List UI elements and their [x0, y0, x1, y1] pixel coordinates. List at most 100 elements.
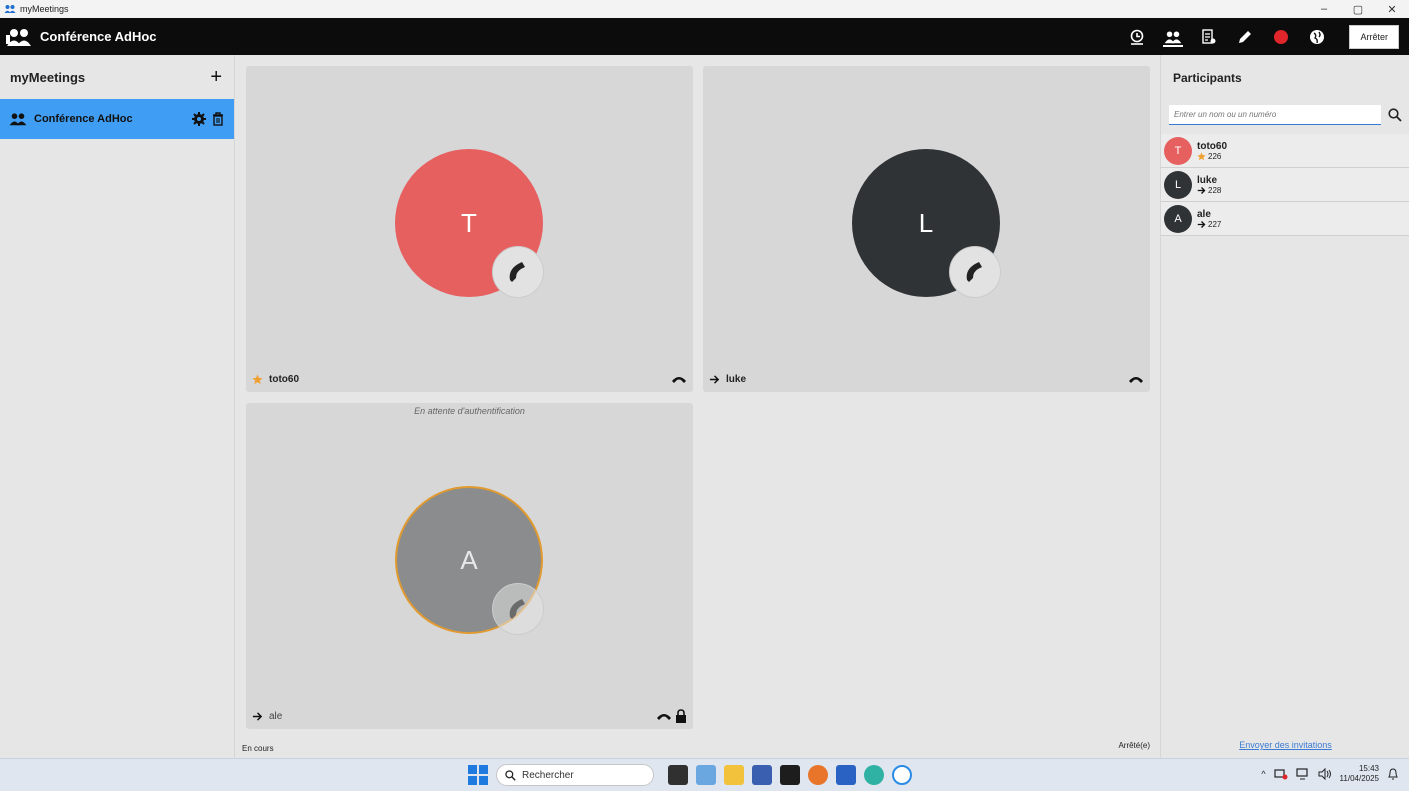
conference-icon — [9, 113, 27, 126]
web-button[interactable] — [1299, 18, 1335, 55]
arrow-right-icon — [709, 374, 720, 384]
start-button[interactable] — [468, 765, 488, 785]
hangup-button[interactable] — [656, 711, 672, 721]
stop-button[interactable]: Arrêter — [1349, 24, 1399, 49]
document-settings-icon — [1202, 28, 1216, 44]
participant-extension: 227 — [1208, 219, 1222, 229]
conference-status: En cours — [242, 744, 274, 753]
participant-list-item[interactable]: A ale 227 — [1161, 202, 1409, 236]
search-icon — [1388, 108, 1402, 122]
call-status-badge — [492, 583, 544, 635]
mymeetings-taskbar-icon[interactable] — [892, 765, 912, 785]
meeting-settings-button[interactable] — [191, 111, 207, 127]
terminal-icon[interactable] — [780, 765, 800, 785]
lock-icon — [676, 709, 686, 723]
send-invitations-link[interactable]: Envoyer des invitations — [1161, 740, 1409, 750]
edit-button[interactable] — [1227, 18, 1263, 55]
taskbar-search-label: Rechercher — [522, 769, 574, 781]
maximize-button[interactable]: ▢ — [1341, 0, 1375, 18]
os-taskbar: Rechercher ^ 15:43 11/04/2025 — [0, 758, 1409, 791]
search-icon — [505, 769, 516, 781]
participant-name: toto60 — [269, 373, 299, 385]
participants-title: Participants — [1173, 71, 1242, 85]
taskbar-clock[interactable]: 15:43 11/04/2025 — [1340, 764, 1379, 784]
settings-doc-button[interactable] — [1191, 18, 1227, 55]
file-explorer-icon[interactable] — [724, 765, 744, 785]
phone-icon — [509, 262, 525, 282]
wireshark-icon[interactable] — [836, 765, 856, 785]
participant-tile[interactable]: T toto60 — [246, 66, 693, 392]
participant-name: luke — [726, 373, 747, 385]
participant-extension: 228 — [1208, 185, 1222, 195]
participant-name: luke — [1197, 174, 1218, 186]
record-icon — [1274, 29, 1289, 44]
network-alert-icon[interactable] — [1273, 768, 1288, 780]
taskbar-search[interactable]: Rechercher — [496, 764, 654, 786]
record-button[interactable] — [1263, 18, 1299, 55]
conference-icon — [6, 28, 31, 46]
conference-area: T toto60 L luke En attente d'authentific… — [235, 55, 1160, 758]
participant-name: toto60 — [1197, 140, 1227, 152]
phone-icon — [966, 262, 982, 282]
call-status-badge — [492, 246, 544, 298]
meeting-label: Conférence AdHoc — [34, 113, 133, 125]
participant-name: ale — [1197, 208, 1211, 220]
arrow-right-icon — [1197, 220, 1206, 228]
app-header: Conférence AdHoc Arrêter — [0, 18, 1409, 55]
arrow-right-icon — [1197, 186, 1206, 194]
monitor-icon[interactable] — [1295, 768, 1310, 780]
chevron-up-icon[interactable]: ^ — [1261, 769, 1265, 779]
pencil-icon — [1239, 30, 1252, 43]
add-meeting-button[interactable]: + — [210, 67, 222, 87]
auth-pending-note: En attente d'authentification — [414, 406, 525, 416]
participant-name: ale — [269, 710, 283, 722]
clock-time: 15:43 — [1358, 764, 1379, 773]
history-button[interactable] — [1119, 18, 1155, 55]
taskview-icon[interactable] — [668, 765, 688, 785]
window-titlebar: myMeetings – ▢ ✕ — [0, 0, 1409, 18]
window-title: myMeetings — [20, 4, 69, 14]
app-logo-icon — [4, 5, 16, 13]
participant-list-item[interactable]: L luke 228 — [1161, 168, 1409, 202]
call-status-badge — [949, 246, 1001, 298]
people-icon — [1165, 30, 1182, 43]
sidebar-title: myMeetings — [10, 69, 86, 85]
participant-avatar: A — [1164, 204, 1192, 233]
powershell-icon[interactable] — [752, 765, 772, 785]
participant-avatar: L — [1164, 170, 1192, 199]
speaker-icon[interactable] — [1318, 768, 1332, 780]
trash-icon — [213, 112, 223, 126]
participants-view-button[interactable] — [1155, 18, 1191, 55]
conference-title: Conférence AdHoc — [40, 29, 157, 44]
participant-list-item[interactable]: T toto60 226 — [1161, 134, 1409, 168]
hangup-button[interactable] — [1128, 374, 1144, 384]
recording-status: Arrêté(e) — [1118, 741, 1150, 750]
star-icon — [252, 373, 263, 384]
star-icon — [1197, 151, 1206, 160]
close-button[interactable]: ✕ — [1375, 0, 1409, 18]
participant-tile[interactable]: En attente d'authentification A ale — [246, 403, 693, 729]
edge-icon[interactable] — [864, 765, 884, 785]
participant-search-input[interactable] — [1169, 105, 1381, 125]
clock-history-icon — [1131, 29, 1144, 45]
participant-list: T toto60 226 L luke 228 A ale 227 — [1161, 134, 1409, 236]
firefox-icon[interactable] — [808, 765, 828, 785]
participant-tile[interactable]: L luke — [703, 66, 1150, 392]
system-tray: ^ 15:43 11/04/2025 — [1261, 764, 1399, 784]
participant-extension: 226 — [1208, 151, 1222, 161]
arrow-right-icon — [252, 711, 263, 721]
photos-app-icon[interactable] — [696, 765, 716, 785]
gear-icon — [192, 112, 206, 126]
participant-avatar: T — [1164, 136, 1192, 165]
meeting-delete-button[interactable] — [210, 111, 226, 127]
clock-date: 11/04/2025 — [1339, 774, 1379, 783]
hangup-button[interactable] — [671, 374, 687, 384]
minimize-button[interactable]: – — [1307, 0, 1341, 18]
meetings-sidebar: myMeetings + Conférence AdHoc — [0, 55, 235, 758]
notification-bell-icon[interactable] — [1387, 768, 1399, 780]
header-toolbar: Arrêter — [1119, 18, 1399, 55]
globe-icon — [1310, 29, 1325, 44]
search-button[interactable] — [1387, 107, 1403, 123]
meeting-item[interactable]: Conférence AdHoc — [0, 99, 234, 139]
phone-icon — [509, 599, 525, 619]
